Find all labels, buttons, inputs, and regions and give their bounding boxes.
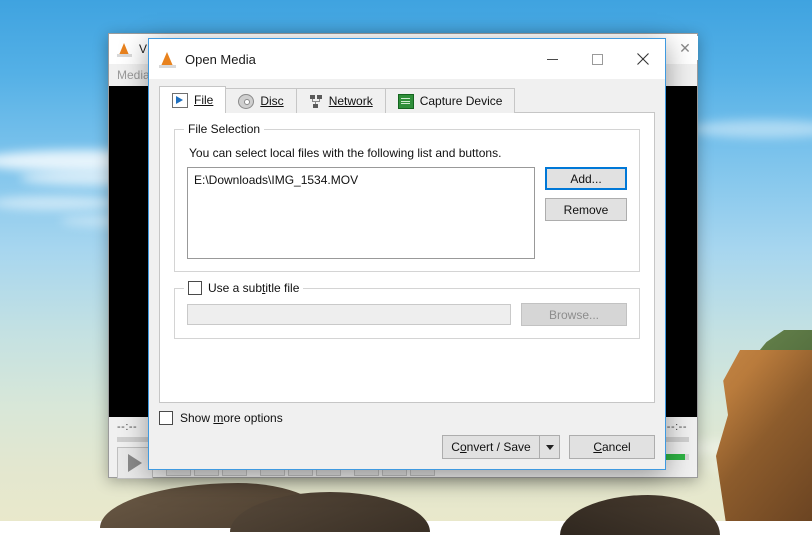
footer-buttons: Convert / Save Cancel (159, 435, 655, 459)
dialog-title-bar[interactable]: Open Media (149, 39, 665, 79)
show-more-options-checkbox[interactable] (159, 411, 173, 425)
maximize-button[interactable] (575, 39, 620, 79)
browse-button[interactable]: Browse... (521, 303, 627, 326)
vlc-cone-icon (159, 51, 176, 68)
vlc-cone-icon (117, 42, 132, 57)
menu-item-media[interactable]: Media (117, 68, 150, 82)
tab-disc-label: Disc (260, 94, 283, 108)
remove-button[interactable]: Remove (545, 198, 627, 221)
cancel-accel: C (593, 440, 602, 454)
file-selection-legend: File Selection (184, 122, 264, 136)
dialog-footer: Show more options Convert / Save Cancel (149, 403, 665, 469)
minimize-button[interactable] (530, 39, 575, 79)
network-icon (309, 95, 323, 108)
use-subtitle-checkbox[interactable] (188, 281, 202, 295)
dialog-title: Open Media (185, 52, 256, 67)
foreground-rock (560, 495, 720, 535)
cloud-shape (690, 120, 812, 138)
total-time: --:-- (667, 421, 687, 433)
background-window-close-icon[interactable]: ✕ (672, 36, 698, 60)
tab-file[interactable]: File (159, 86, 226, 113)
subtitle-group: Use a subtitle file Browse... (174, 288, 640, 339)
cloud-shape (0, 196, 120, 210)
convert-save-button[interactable]: Convert / Save (442, 435, 540, 459)
file-list[interactable]: E:\Downloads\IMG_1534.MOV (187, 167, 535, 259)
show-more-options-row[interactable]: Show more options (159, 411, 655, 425)
dialog-body: File Disc Network Capture Device F (149, 79, 665, 403)
show-more-accel: m (213, 411, 223, 425)
vlc-window-title: V (139, 42, 147, 56)
tab-strip[interactable]: File Disc Network Capture Device (159, 87, 655, 113)
convert-save-dropdown-arrow[interactable] (540, 435, 560, 459)
cliff-rock (692, 350, 812, 521)
file-selection-group: File Selection You can select local file… (174, 129, 640, 272)
tab-capture-device[interactable]: Capture Device (385, 88, 516, 113)
add-button[interactable]: Add... (545, 167, 627, 190)
tab-panel-file: File Selection You can select local file… (159, 112, 655, 403)
tab-network-label: Network (329, 94, 373, 108)
file-list-item[interactable]: E:\Downloads\IMG_1534.MOV (194, 173, 528, 187)
open-media-dialog[interactable]: Open Media File Disc (148, 38, 666, 470)
close-button[interactable] (620, 39, 665, 79)
elapsed-time: --:-- (117, 421, 137, 433)
tab-file-label: File (194, 93, 213, 107)
subtitle-path-input[interactable] (187, 304, 511, 325)
capture-icon (398, 94, 414, 109)
disc-icon (238, 94, 254, 109)
dialog-window-controls[interactable] (530, 39, 665, 79)
file-list-buttons: Add... Remove (545, 167, 627, 221)
tab-network[interactable]: Network (296, 88, 386, 113)
cancel-button[interactable]: Cancel (569, 435, 655, 459)
chevron-down-icon (546, 445, 554, 450)
tab-capture-device-label: Capture Device (420, 94, 503, 108)
subtitle-accel: t (262, 281, 265, 295)
file-selection-hint: You can select local files with the foll… (189, 146, 627, 160)
tab-disc[interactable]: Disc (225, 88, 296, 113)
use-subtitle-legend[interactable]: Use a subtitle file (184, 281, 303, 295)
convert-save-split-button[interactable]: Convert / Save (442, 435, 560, 459)
file-icon (172, 93, 188, 108)
